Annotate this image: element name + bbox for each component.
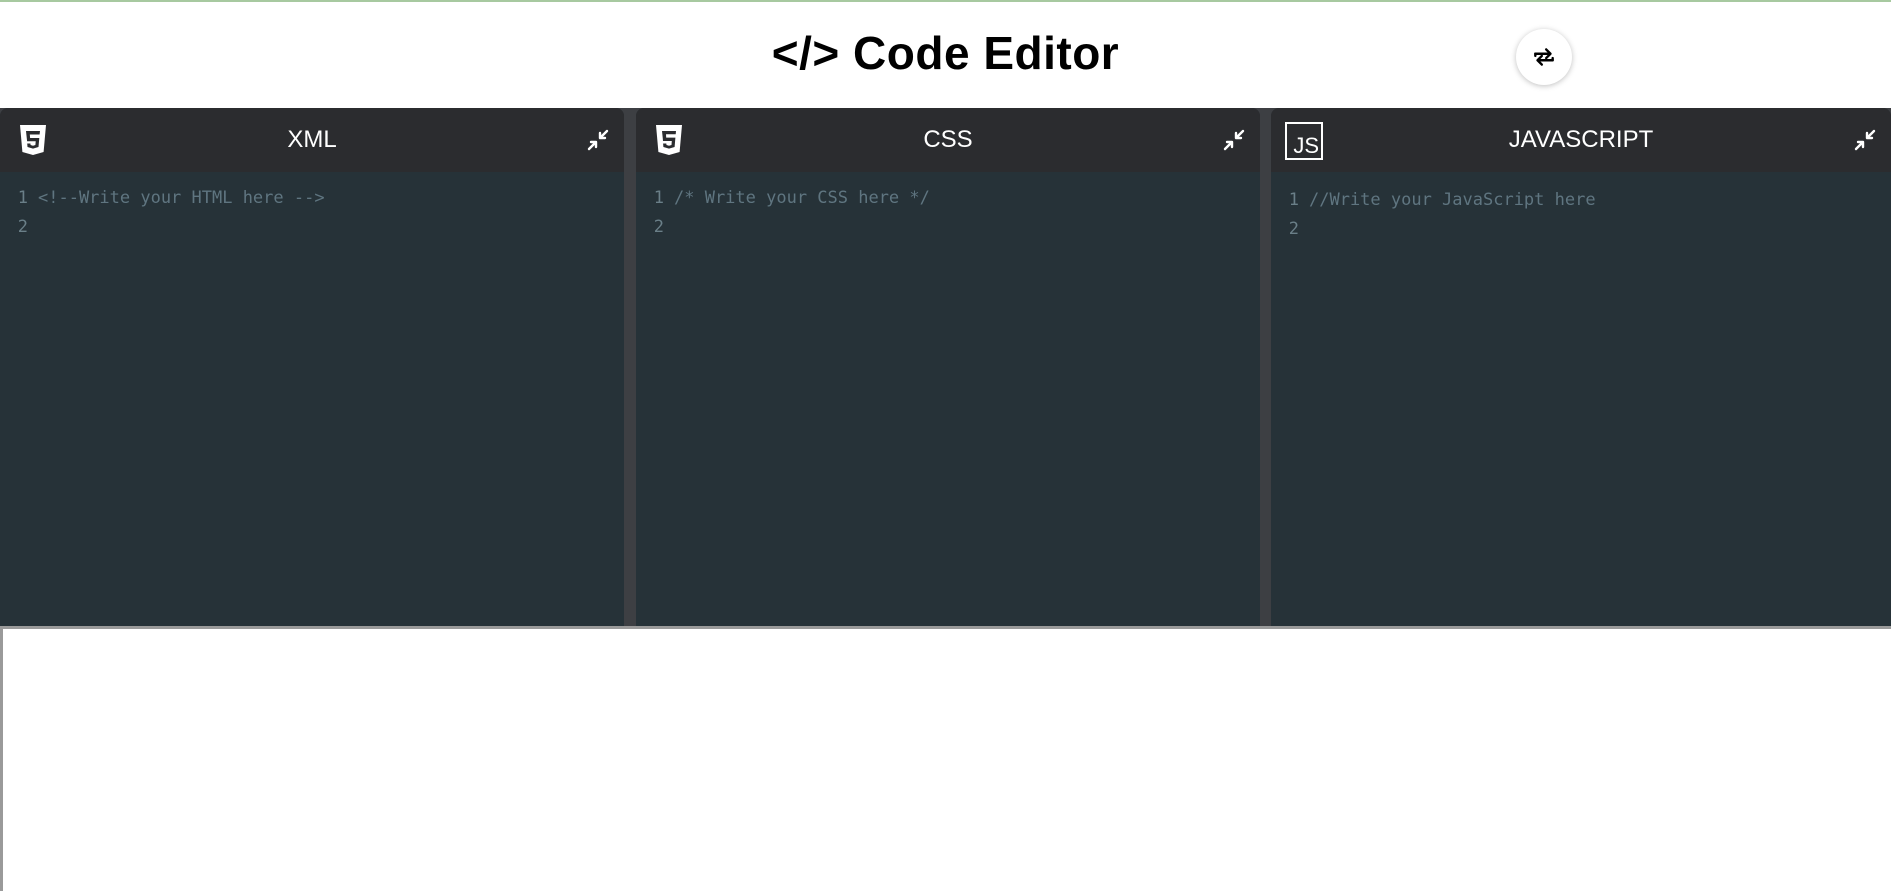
editor-header-xml: XML [0, 108, 624, 172]
css3-icon [656, 125, 682, 155]
html5-icon [20, 125, 46, 155]
code-input-xml[interactable]: 1 <!--Write your HTML here --> 2 [0, 172, 624, 626]
code-input-javascript[interactable]: 1//Write your JavaScript here 2 [1271, 172, 1891, 626]
editor-title: CSS [923, 126, 973, 153]
code-line: 2 [17, 217, 28, 237]
code-line: 1//Write your JavaScript here [1288, 190, 1596, 210]
editor-panel-xml: XML 1 <!--Write your HTML here --> 2 [0, 108, 624, 626]
editor-title: JAVASCRIPT [1508, 126, 1654, 153]
swap-arrows-icon [1534, 48, 1554, 66]
editors-container: XML 1<!--Write your HTML here --> 2 CSS [0, 108, 1891, 626]
editor-header-javascript: JS JAVASCRIPT [1271, 108, 1891, 172]
code-input-css[interactable]: 1/* Write your CSS here */ 2 [636, 172, 1260, 626]
minimize-icon[interactable] [586, 128, 610, 152]
app-header: </> Code Editor [0, 2, 1891, 108]
code-line: 2 [653, 217, 664, 237]
editor-header-css: CSS [636, 108, 1260, 172]
code-line: 1 <!--Write your HTML here --> [17, 188, 325, 208]
swap-layout-button[interactable] [1516, 29, 1572, 85]
minimize-icon[interactable] [1853, 128, 1877, 152]
editor-panel-css: CSS 1/* Write your CSS here */ 2 [636, 108, 1260, 626]
js-icon: JS [1285, 122, 1323, 160]
output-preview[interactable] [0, 626, 1891, 891]
page-title: </> Code Editor [771, 27, 1120, 79]
editor-title: XML [287, 126, 337, 153]
code-line: 1/* Write your CSS here */ [653, 188, 930, 208]
editor-panel-javascript: JS JAVASCRIPT 1//Write your JavaScript h… [1271, 108, 1891, 626]
minimize-icon[interactable] [1222, 128, 1246, 152]
code-line: 2 [1288, 219, 1299, 239]
